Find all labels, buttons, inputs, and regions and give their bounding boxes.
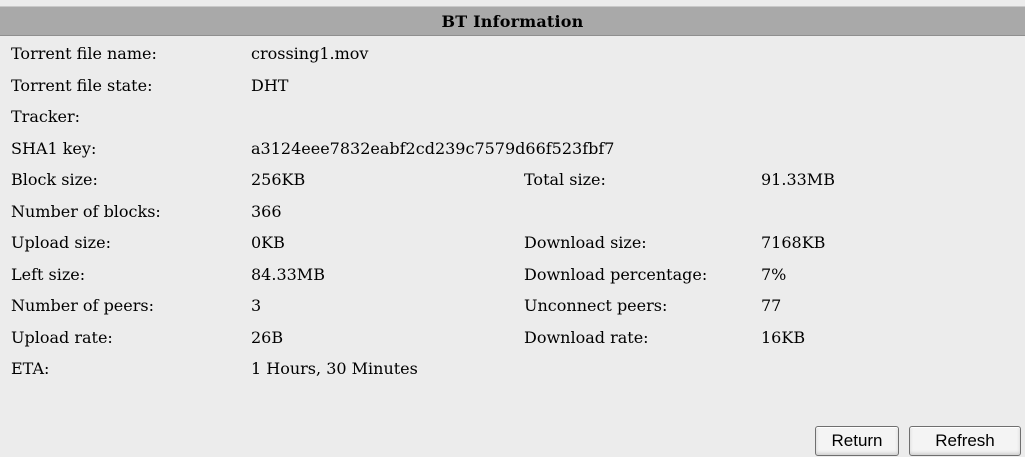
left-size-label: Left size: xyxy=(11,264,86,284)
download-percentage-value: 7% xyxy=(761,264,787,284)
row-number-of-blocks: Number of blocks: 366 xyxy=(0,196,1025,228)
row-left-size: Left size: 84.33MB Download percentage: … xyxy=(0,259,1025,291)
torrent-file-name-label: Torrent file name: xyxy=(11,44,157,63)
info-table: Torrent file name: crossing1.mov Torrent… xyxy=(0,38,1025,385)
number-of-peers-value: 3 xyxy=(251,296,262,315)
block-size-value: 256KB xyxy=(251,170,306,189)
action-buttons: Return Refresh xyxy=(815,426,1021,456)
download-rate-label: Download rate: xyxy=(524,327,649,347)
eta-value: 1 Hours, 30 Minutes xyxy=(251,359,418,378)
tracker-label: Tracker: xyxy=(11,107,81,126)
torrent-file-state-value: DHT xyxy=(251,75,289,95)
upload-size-value: 0KB xyxy=(251,233,285,252)
upload-size-label: Upload size: xyxy=(11,233,111,252)
eta-label: ETA: xyxy=(11,359,50,378)
number-of-blocks-value: 366 xyxy=(251,201,282,221)
refresh-button[interactable]: Refresh xyxy=(909,426,1021,456)
row-block-size: Block size: 256KB Total size: 91.33MB xyxy=(0,164,1025,196)
row-torrent-file-state: Torrent file state: DHT xyxy=(0,70,1025,102)
torrent-file-state-label: Torrent file state: xyxy=(11,75,153,95)
torrent-file-name-value: crossing1.mov xyxy=(251,44,369,63)
total-size-value: 91.33MB xyxy=(761,170,835,189)
total-size-label: Total size: xyxy=(524,170,606,189)
block-size-label: Block size: xyxy=(11,170,98,189)
number-of-peers-label: Number of peers: xyxy=(11,296,154,315)
panel-title: BT Information xyxy=(0,6,1025,36)
sha1-key-value: a3124eee7832eabf2cd239c7579d66f523fbf7 xyxy=(251,138,615,158)
download-size-label: Download size: xyxy=(524,233,647,252)
sha1-key-label: SHA1 key: xyxy=(11,138,97,158)
row-sha1-key: SHA1 key: a3124eee7832eabf2cd239c7579d66… xyxy=(0,133,1025,165)
download-rate-value: 16KB xyxy=(761,327,806,347)
row-number-of-peers: Number of peers: 3 Unconnect peers: 77 xyxy=(0,290,1025,322)
row-torrent-file-name: Torrent file name: crossing1.mov xyxy=(0,38,1025,70)
upload-rate-value: 26B xyxy=(251,327,284,347)
left-size-value: 84.33MB xyxy=(251,264,325,284)
row-tracker: Tracker: xyxy=(0,101,1025,133)
download-size-value: 7168KB xyxy=(761,233,826,252)
row-upload-rate: Upload rate: 26B Download rate: 16KB xyxy=(0,322,1025,354)
upload-rate-label: Upload rate: xyxy=(11,327,113,347)
unconnect-peers-label: Unconnect peers: xyxy=(524,296,668,315)
return-button[interactable]: Return xyxy=(815,426,899,456)
unconnect-peers-value: 77 xyxy=(761,296,782,315)
row-eta: ETA: 1 Hours, 30 Minutes xyxy=(0,353,1025,385)
number-of-blocks-label: Number of blocks: xyxy=(11,201,161,221)
bt-information-panel: BT Information Torrent file name: crossi… xyxy=(0,0,1025,457)
download-percentage-label: Download percentage: xyxy=(524,264,708,284)
row-upload-size: Upload size: 0KB Download size: 7168KB xyxy=(0,227,1025,259)
